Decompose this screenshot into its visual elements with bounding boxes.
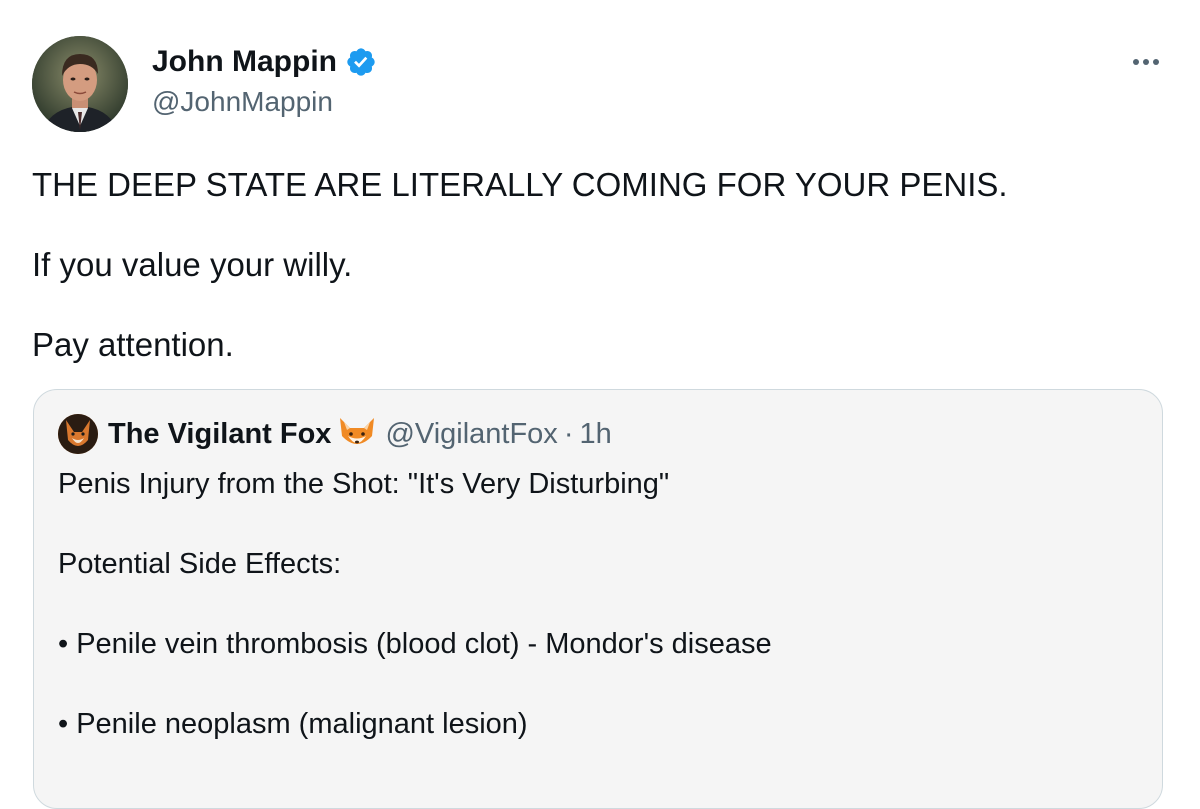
quoted-tweet-card[interactable]: The Vigilant Fox @VigilantFox · 1h Penis… xyxy=(33,389,1163,809)
quoted-author-name[interactable]: The Vigilant Fox xyxy=(108,418,331,451)
profile-photo-icon xyxy=(32,36,128,132)
tweet-text-line: THE DEEP STATE ARE LITERALLY COMING FOR … xyxy=(32,166,1008,203)
tweet-text-line: Pay attention. xyxy=(32,326,234,363)
more-options-icon[interactable] xyxy=(1126,52,1166,72)
fox-avatar-icon xyxy=(58,414,98,454)
author-name-text: John Mappin xyxy=(152,45,337,78)
author-name[interactable]: John Mappin xyxy=(152,44,377,80)
quoted-text-line: • Penile vein thrombosis (blood clot) - … xyxy=(58,628,772,660)
quoted-author-handle[interactable]: @VigilantFox xyxy=(385,418,557,451)
tweet: John Mappin @JohnMappin THE DEEP STATE A… xyxy=(0,0,1200,809)
quoted-text-line: • Penile neoplasm (malignant lesion) xyxy=(58,708,528,740)
quoted-tweet-time[interactable]: 1h xyxy=(579,418,611,451)
quoted-text-line: Potential Side Effects: xyxy=(58,548,342,580)
tweet-text-line: If you value your willy. xyxy=(32,246,353,283)
author-handle[interactable]: @JohnMappin xyxy=(152,85,333,119)
verified-badge-icon xyxy=(347,48,375,76)
fox-face-icon xyxy=(340,418,375,444)
author-avatar[interactable] xyxy=(32,36,128,132)
quoted-tweet-header: The Vigilant Fox @VigilantFox · 1h xyxy=(108,414,612,454)
quoted-text-line: Penis Injury from the Shot: "It's Very D… xyxy=(58,468,670,500)
quoted-author-avatar[interactable] xyxy=(58,414,98,454)
separator-dot: · xyxy=(563,417,574,450)
